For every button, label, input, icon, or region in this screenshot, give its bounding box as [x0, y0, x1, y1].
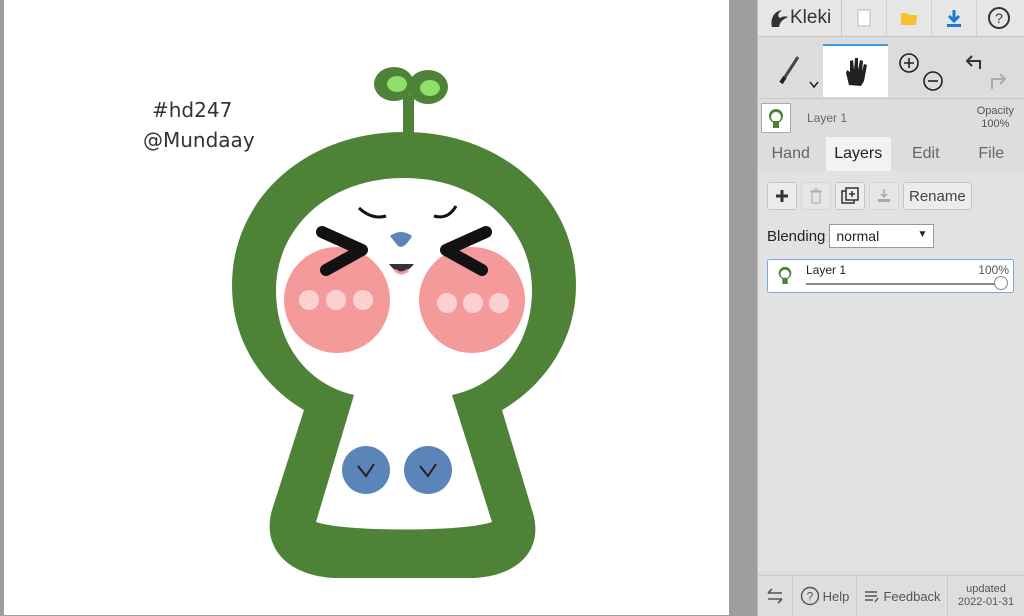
blending-select[interactable]: normal ▼	[829, 224, 934, 248]
current-layer-name: Layer 1	[807, 111, 847, 125]
help-icon: ?	[987, 6, 1011, 30]
kleki-logo[interactable]: Kleki	[758, 0, 842, 36]
drawing-canvas[interactable]: #hd247 @Mundaay	[0, 0, 729, 615]
swap-sides-button[interactable]	[758, 576, 793, 616]
hand-tool[interactable]	[823, 44, 888, 97]
duplicate-layer-button[interactable]	[835, 182, 865, 210]
help-label: Help	[823, 589, 850, 604]
updated-info: updated 2022-01-31	[948, 576, 1024, 616]
download-button[interactable]	[932, 0, 977, 36]
svg-text:?: ?	[806, 590, 813, 604]
zoom-in-icon	[900, 54, 918, 72]
panel-tabs: Hand Layers Edit File	[758, 137, 1024, 171]
layer-item-opacity: 100%	[978, 263, 1009, 277]
layer-thumbnail-image	[766, 107, 786, 129]
merge-down-icon	[876, 188, 892, 204]
svg-text:?: ?	[995, 10, 1003, 26]
layer-opacity-slider-handle[interactable]	[994, 276, 1008, 290]
layer-thumbnail[interactable]	[761, 103, 791, 133]
open-folder-icon	[899, 9, 919, 27]
tab-file[interactable]: File	[959, 137, 1024, 171]
layer-buttons: Rename	[767, 182, 972, 210]
zoom-out-icon	[924, 72, 942, 90]
trash-icon	[809, 188, 823, 204]
blending-label: Blending	[767, 228, 825, 245]
feedback-icon	[863, 588, 879, 604]
top-toolbar: Kleki ?	[758, 0, 1024, 37]
app-name: Kleki	[790, 7, 831, 29]
help-footer-button[interactable]: ? Help	[793, 576, 857, 616]
zoom-icons	[895, 47, 947, 95]
help-circle-icon: ?	[800, 586, 820, 606]
rename-button[interactable]: Rename	[903, 182, 972, 210]
hand-icon	[841, 55, 871, 89]
zoom-controls	[888, 44, 953, 97]
updated-label: updated	[958, 583, 1014, 596]
delete-layer-button[interactable]	[801, 182, 831, 210]
layers-panel: Rename Blending normal ▼ Layer 1 100%	[758, 171, 1024, 571]
sidebar: Kleki ?	[757, 0, 1024, 615]
opacity-display: Opacity 100%	[977, 105, 1014, 131]
chevron-down-icon	[809, 81, 819, 89]
tab-hand[interactable]: Hand	[758, 137, 824, 171]
download-icon	[944, 8, 964, 28]
new-image-icon	[856, 8, 872, 28]
plus-icon	[775, 189, 789, 203]
blending-row: Blending normal ▼	[767, 224, 934, 248]
opacity-value: 100%	[977, 118, 1014, 131]
tab-edit[interactable]: Edit	[893, 137, 959, 171]
opacity-label: Opacity	[977, 105, 1014, 118]
merge-layer-button[interactable]	[869, 182, 899, 210]
layer-item-name: Layer 1	[806, 263, 846, 277]
footer: ? Help Feedback updated 2022-01-31	[758, 575, 1024, 616]
new-image-button[interactable]	[842, 0, 887, 36]
current-layer-info: Layer 1 Opacity 100%	[758, 98, 1024, 137]
duplicate-icon	[841, 187, 859, 205]
canvas-gutter	[729, 0, 757, 615]
feedback-button[interactable]: Feedback	[857, 576, 948, 616]
layer-list-item[interactable]: Layer 1 100%	[767, 259, 1014, 293]
undo-icon	[967, 56, 980, 69]
blending-value: normal	[836, 228, 879, 244]
brush-tool[interactable]	[758, 44, 823, 97]
tab-layers[interactable]: Layers	[826, 137, 892, 171]
feedback-label: Feedback	[883, 589, 940, 604]
redo-icon	[992, 74, 1005, 89]
updated-date: 2022-01-31	[958, 596, 1014, 609]
help-button[interactable]: ?	[977, 0, 1021, 36]
brush-icon	[776, 53, 806, 89]
dropdown-arrow-icon: ▼	[917, 229, 927, 240]
character-drawing	[4, 0, 729, 615]
open-button[interactable]	[887, 0, 932, 36]
undo-redo-icons	[960, 47, 1012, 95]
undo-redo	[953, 44, 1018, 97]
tool-row	[758, 44, 1024, 97]
add-layer-button[interactable]	[767, 182, 797, 210]
layer-item-thumbnail	[776, 264, 794, 286]
layer-opacity-slider[interactable]	[806, 283, 1005, 285]
kleki-logo-icon	[768, 7, 790, 29]
swap-arrows-icon	[766, 588, 784, 604]
